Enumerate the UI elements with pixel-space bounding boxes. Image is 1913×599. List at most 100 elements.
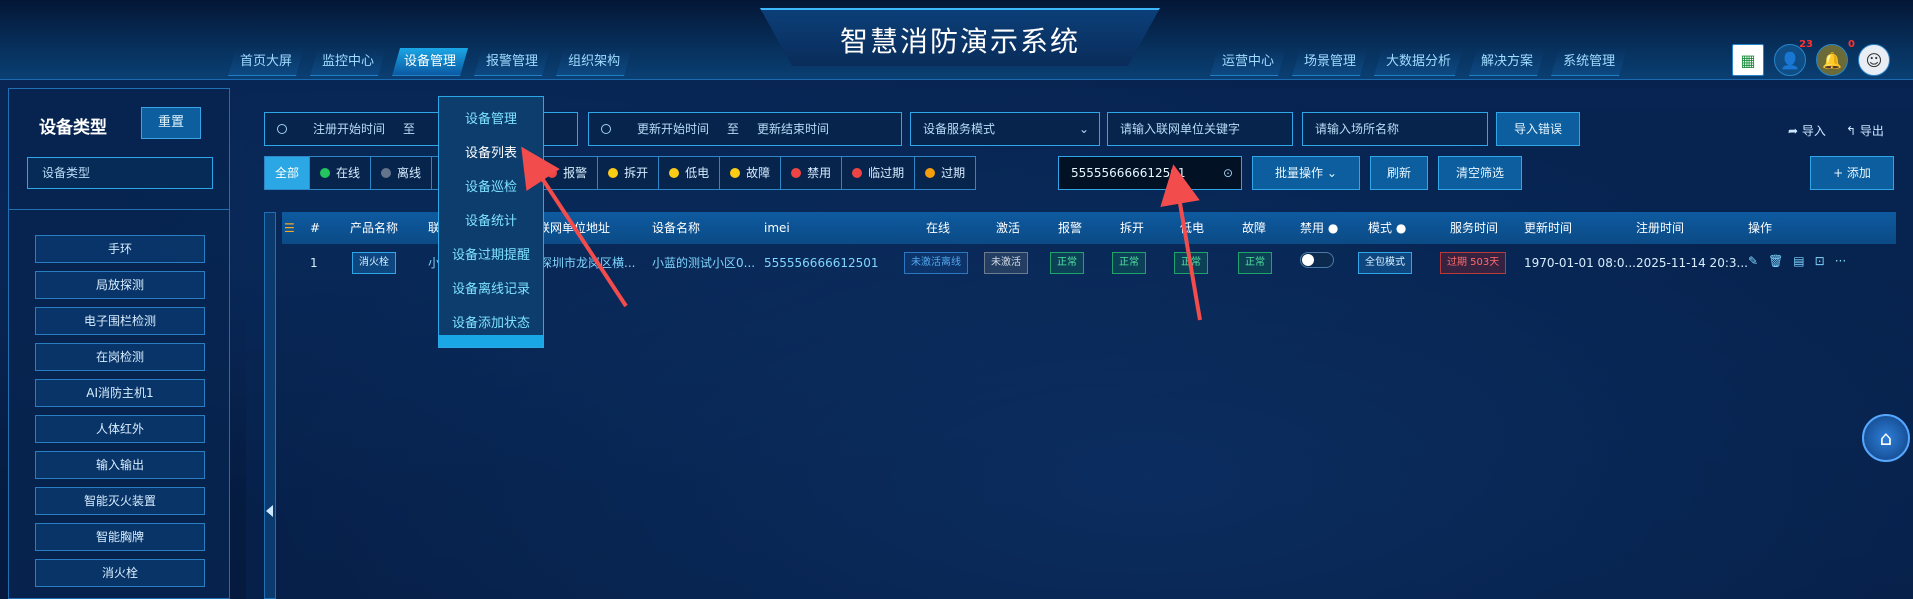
bell-icon[interactable]: 🔔 0 — [1816, 39, 1855, 76]
status-disabled[interactable]: 禁用 — [780, 156, 843, 190]
more-icon[interactable]: ··· — [1835, 254, 1846, 268]
info-icon: ● — [1395, 221, 1407, 235]
row-address: 深圳市龙岗区横... — [540, 256, 636, 270]
document-icon[interactable]: ▤ — [1793, 254, 1804, 268]
nav-home-screen[interactable]: 首页大屏 — [228, 48, 304, 76]
type-item[interactable]: 输入输出 — [35, 451, 205, 479]
status-tamper[interactable]: 拆开 — [597, 156, 660, 190]
type-item[interactable]: 在岗检测 — [35, 343, 205, 371]
imei-search-input[interactable]: 555556666612501 ⊙ — [1058, 156, 1242, 190]
status-alarm[interactable]: 报警 — [536, 156, 599, 190]
nav-alarm-management[interactable]: 报警管理 — [474, 48, 550, 76]
menu-device-list[interactable]: 设备列表 — [439, 137, 543, 171]
app-title: 智慧消防演示系统 — [839, 25, 1080, 58]
col-mode: 模式 ● — [1368, 212, 1406, 244]
fault-tag: 正常 — [1238, 252, 1272, 274]
update-time-range[interactable]: 更新开始时间 至 更新结束时间 — [588, 112, 902, 146]
status-fault[interactable]: 故障 — [719, 156, 782, 190]
edit-icon[interactable]: ✎ — [1748, 254, 1758, 268]
type-item[interactable]: 人体红外 — [35, 415, 205, 443]
clear-filters-button[interactable]: 清空筛选 — [1438, 156, 1522, 190]
status-label: 离线 — [397, 166, 422, 180]
collapse-arrow-icon[interactable] — [266, 505, 273, 517]
status-offline[interactable]: 离线 — [370, 156, 433, 190]
type-item[interactable]: 电子围栏检测 — [35, 307, 205, 335]
type-item[interactable]: 智能灭火装置 — [35, 487, 205, 515]
col-name: 设备名称 — [652, 221, 701, 235]
avatar-icon[interactable]: ☺ — [1858, 44, 1890, 76]
reg-start-label: 注册开始时间 — [313, 122, 386, 136]
lock-icon[interactable]: ⊡ — [1815, 254, 1825, 268]
place-name-input[interactable]: 请输入场所名称 — [1302, 112, 1488, 146]
service-mode-label: 设备服务模式 — [923, 122, 996, 136]
col-registered: 注册时间 — [1636, 221, 1685, 235]
qr-code-icon[interactable]: ▦ — [1732, 44, 1764, 76]
imei-value: 555556666612501 — [1071, 166, 1186, 180]
type-item[interactable]: AI消防主机1 — [35, 379, 205, 407]
table-collapse-bar[interactable] — [264, 212, 276, 599]
col-imei: imei — [764, 221, 790, 235]
col-alarm: 报警 — [1058, 221, 1083, 235]
top-header: 智慧消防演示系统 首页大屏 监控中心 设备管理 报警管理 组织架构 运营中心 场… — [0, 0, 1913, 80]
service-tag: 过期 503天 — [1440, 252, 1507, 274]
col-product: 产品名称 — [350, 221, 399, 235]
status-expired[interactable]: 过期 — [914, 156, 977, 190]
row-device-name[interactable]: 小蓝的测试小区0... — [652, 252, 755, 274]
col-disabled-label: 禁用 — [1300, 221, 1325, 235]
type-item[interactable]: 手环 — [35, 235, 205, 263]
type-item[interactable]: 消火栓 — [35, 559, 205, 587]
tamper-tag: 正常 — [1112, 252, 1146, 274]
import-link[interactable]: ➦ 导入 — [1788, 122, 1826, 139]
status-label: 故障 — [746, 166, 771, 180]
menu-expiry-reminder[interactable]: 设备过期提醒 — [439, 239, 543, 273]
type-item[interactable]: 智能胸牌 — [35, 523, 205, 551]
delete-icon[interactable]: 🗑 — [1768, 254, 1783, 268]
clear-icon[interactable]: ⊙ — [1223, 157, 1233, 189]
nav-device-management[interactable]: 设备管理 — [392, 48, 468, 76]
nav-big-data[interactable]: 大数据分析 — [1374, 48, 1463, 76]
menu-offline-records[interactable]: 设备离线记录 — [439, 273, 543, 307]
nav-operations-center[interactable]: 运营中心 — [1210, 48, 1286, 76]
nav-system-management[interactable]: 系统管理 — [1551, 48, 1627, 76]
status-dot — [669, 168, 680, 178]
status-low-battery[interactable]: 低电 — [658, 156, 721, 190]
menu-device-statistics[interactable]: 设备统计 — [439, 205, 543, 239]
nav-organization[interactable]: 组织架构 — [556, 48, 632, 76]
service-mode-select[interactable]: 设备服务模式 ⌄ — [910, 112, 1100, 146]
user-icon[interactable]: 👤 23 — [1774, 39, 1813, 76]
status-label: 拆开 — [624, 166, 649, 180]
nav-solutions[interactable]: 解决方案 — [1469, 48, 1545, 76]
device-type-list: 手环 局放探测 电子围栏检测 在岗检测 AI消防主机1 人体红外 输入输出 智能… — [35, 235, 205, 595]
menu-device-inspection[interactable]: 设备巡检 — [439, 171, 543, 205]
status-filter-bar: 全部 在线 离线 激活 报警 拆开 低电 故障 禁用 临过期 过期 — [264, 156, 977, 190]
menu-device-management[interactable]: 设备管理 — [439, 103, 543, 137]
import-errors-button[interactable]: 导入错误 — [1496, 112, 1580, 146]
user-badge: 23 — [1799, 39, 1813, 50]
status-label: 禁用 — [807, 166, 832, 180]
export-link[interactable]: ↰ 导出 — [1846, 122, 1884, 139]
home-float-icon[interactable]: ⌂ — [1862, 414, 1910, 462]
dropdown-footer — [439, 335, 543, 347]
unit-keyword-input[interactable]: 请输入联网单位关键字 — [1107, 112, 1293, 146]
nav-scene-management[interactable]: 场景管理 — [1292, 48, 1368, 76]
sidebar-divider — [9, 209, 229, 210]
reset-button[interactable]: 重置 — [141, 107, 201, 139]
disable-toggle[interactable] — [1300, 252, 1334, 268]
col-updated: 更新时间 — [1524, 221, 1573, 235]
col-disabled: 禁用 ● — [1300, 212, 1338, 244]
status-online[interactable]: 在线 — [309, 156, 372, 190]
status-near-expiry[interactable]: 临过期 — [841, 156, 916, 190]
column-settings-icon[interactable]: ☰ — [284, 212, 295, 244]
row-index: 1 — [310, 256, 318, 270]
col-tamper: 拆开 — [1120, 221, 1145, 235]
status-dot — [791, 168, 802, 178]
col-mode-label: 模式 — [1368, 221, 1393, 235]
add-button[interactable]: + 添加 — [1810, 156, 1894, 190]
batch-operation-button[interactable]: 批量操作 ⌄ — [1252, 156, 1360, 190]
nav-monitor-center[interactable]: 监控中心 — [310, 48, 386, 76]
device-type-input[interactable]: 设备类型 — [27, 157, 213, 189]
type-item[interactable]: 局放探测 — [35, 271, 205, 299]
status-all[interactable]: 全部 — [264, 156, 311, 190]
range-to-label: 至 — [727, 122, 740, 136]
refresh-button[interactable]: 刷新 — [1370, 156, 1428, 190]
